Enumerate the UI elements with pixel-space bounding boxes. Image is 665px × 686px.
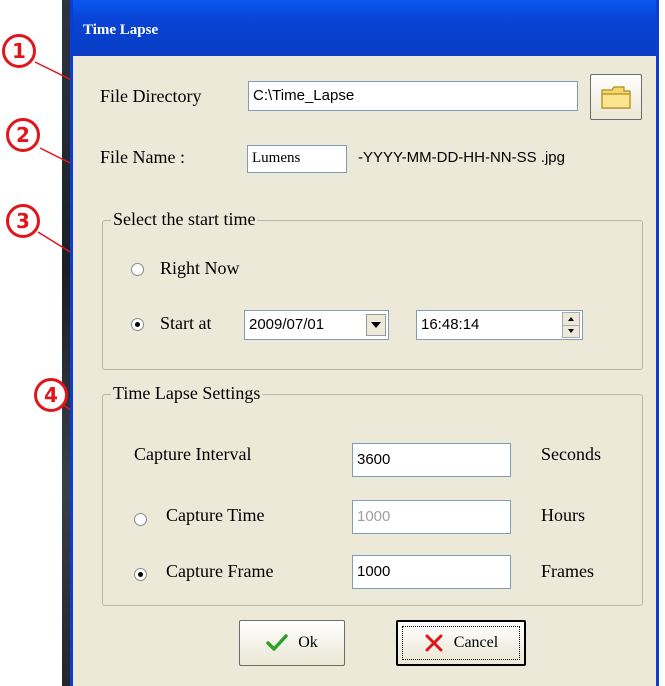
capture-interval-label: Capture Interval (134, 444, 252, 464)
spin-down-icon[interactable] (563, 326, 579, 338)
capture-time-input[interactable]: 1000 (352, 500, 511, 534)
window-title: Time Lapse (83, 22, 159, 38)
capture-frame-unit: Frames (541, 561, 594, 581)
ok-button[interactable]: Ok (239, 620, 345, 666)
chevron-down-icon[interactable] (366, 314, 386, 336)
callout-2: 2 (6, 118, 40, 152)
settings-legend: Time Lapse Settings (111, 383, 263, 404)
radio-selected-dot (135, 322, 140, 327)
file-name-input[interactable]: Lumens (247, 145, 347, 173)
browse-folder-button[interactable] (590, 74, 642, 120)
file-name-suffix: -YYYY-MM-DD-HH-NN-SS .jpg (358, 149, 565, 166)
start-time-value: 16:48:14 (421, 316, 480, 333)
start-at-label: Start at (160, 313, 212, 333)
start-time-group: Select the start time (102, 209, 643, 370)
spin-up-icon[interactable] (563, 313, 579, 326)
capture-frame-label: Capture Frame (166, 561, 274, 581)
callout-4: 4 (34, 378, 68, 412)
right-now-label: Right Now (160, 258, 240, 278)
start-at-radio[interactable] (131, 318, 144, 331)
start-time-legend: Select the start time (111, 209, 258, 230)
file-directory-label: File Directory (100, 86, 202, 106)
radio-selected-dot (138, 572, 143, 577)
checkmark-icon (266, 634, 288, 651)
capture-time-radio[interactable] (134, 513, 147, 526)
capture-time-unit: Hours (541, 505, 585, 525)
capture-interval-input[interactable]: 3600 (352, 443, 511, 477)
start-time-spinner[interactable]: 16:48:14 (416, 310, 583, 340)
title-bar: Time Lapse (73, 0, 656, 56)
start-date-select[interactable]: 2009/07/01 (244, 310, 389, 340)
background-window-edge (62, 0, 70, 686)
cancel-button[interactable]: Cancel (396, 620, 526, 666)
focus-ring (402, 626, 520, 660)
time-lapse-dialog: Time Lapse File Directory C:\Time_Lapse … (70, 0, 659, 686)
capture-time-label: Capture Time (166, 505, 265, 525)
start-date-value: 2009/07/01 (249, 316, 325, 333)
file-name-label: File Name : (100, 147, 185, 167)
ok-label: Ok (298, 634, 318, 651)
capture-frame-radio[interactable] (134, 568, 147, 581)
callout-3: 3 (6, 204, 40, 238)
right-now-radio[interactable] (131, 263, 144, 276)
capture-interval-unit: Seconds (541, 444, 601, 464)
time-spin-buttons[interactable] (562, 312, 580, 338)
capture-frame-input[interactable]: 1000 (352, 555, 511, 589)
folder-icon (601, 86, 631, 109)
callout-1: 1 (2, 34, 36, 68)
file-directory-input[interactable]: C:\Time_Lapse (248, 81, 578, 111)
